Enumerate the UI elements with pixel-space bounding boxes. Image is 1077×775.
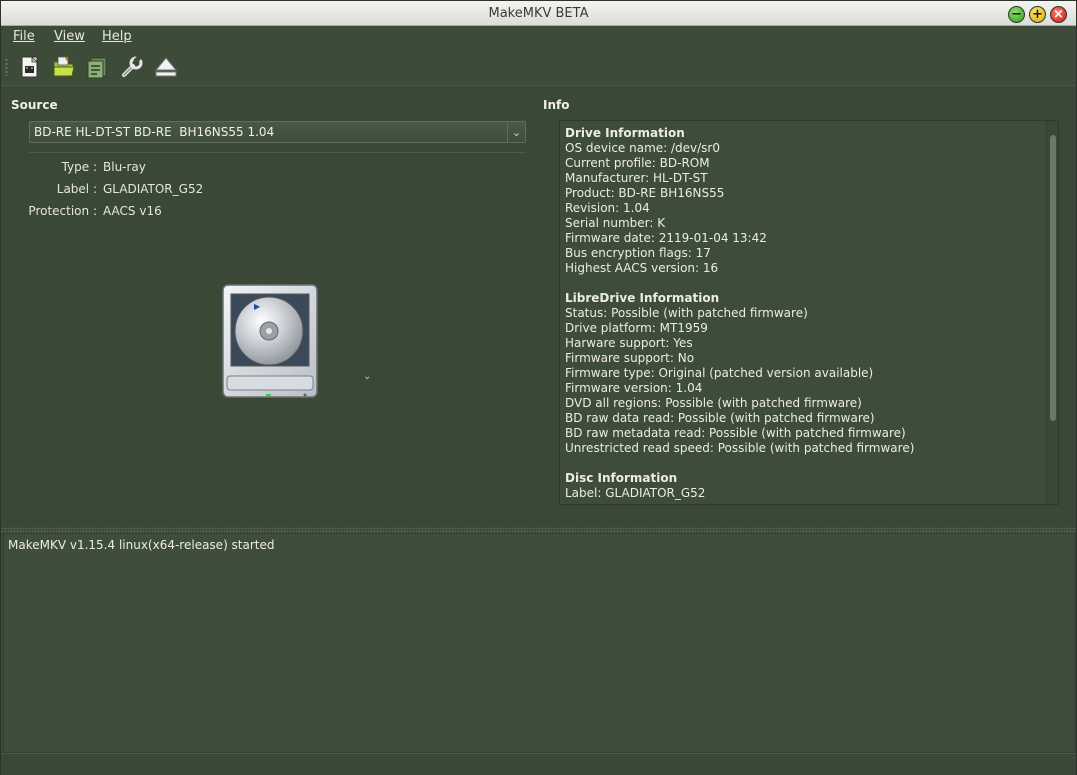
close-icon: × <box>1053 7 1064 22</box>
maximize-button[interactable]: + <box>1029 6 1046 23</box>
source-divider <box>29 152 526 153</box>
backup-button[interactable] <box>85 54 111 80</box>
info-heading: LibreDrive Information <box>565 291 720 305</box>
open-files-icon <box>21 56 38 78</box>
info-line: Serial number: K <box>565 216 666 230</box>
protection-label: Protection : <box>28 204 97 218</box>
info-line: Current profile: BD-ROM <box>565 156 710 170</box>
disc-label-value: GLADIATOR_G52 <box>103 182 204 196</box>
drive-select[interactable]: BD-RE HL-DT-ST BD-RE BH16NS55 1.04 ⌄ <box>29 121 526 143</box>
open-files-button[interactable] <box>17 54 43 80</box>
minimize-button[interactable]: − <box>1008 6 1025 23</box>
info-line: Revision: 1.04 <box>565 201 650 215</box>
menu-file[interactable]: File <box>13 29 35 44</box>
eject-button[interactable] <box>153 54 179 80</box>
info-line: Status: Possible (with patched firmware) <box>565 306 808 320</box>
info-line: Label: GLADIATOR_G52 <box>565 486 706 500</box>
info-section-label: Info <box>543 98 570 112</box>
menu-help[interactable]: Help <box>102 29 132 44</box>
drive-chevron-down-icon[interactable]: ⌄ <box>363 371 371 382</box>
info-gap <box>565 456 1045 471</box>
bluray-drive-button[interactable]: ▶ <box>221 284 319 400</box>
info-line: Harware support: Yes <box>565 336 693 350</box>
info-line: Manufacturer: HL-DT-ST <box>565 171 708 185</box>
open-folder-button[interactable] <box>51 54 77 80</box>
protection-value: AACS v16 <box>103 204 162 218</box>
disc-label-label: Label : <box>56 182 97 196</box>
info-line: Bus encryption flags: 17 <box>565 246 711 260</box>
type-label: Type : <box>61 160 97 174</box>
info-line: BD raw data read: Possible (with patched… <box>565 411 875 425</box>
preferences-wrench-icon <box>122 55 143 77</box>
info-line: BD raw metadata read: Possible (with pat… <box>565 426 906 440</box>
drive-select-value: BD-RE HL-DT-ST BD-RE BH16NS55 1.04 <box>34 125 275 139</box>
info-line: Firmware date: 2119-01-04 13:42 <box>565 231 767 245</box>
info-line: Firmware type: Original (patched version… <box>565 366 874 380</box>
log-panel[interactable]: MakeMKV v1.15.4 linux(x64-release) start… <box>3 533 1075 753</box>
info-line: Firmware version: 1.04 <box>565 381 703 395</box>
info-line: OS device name: /dev/sr0 <box>565 141 721 155</box>
bluray-drive-icon: ▶ <box>222 284 318 398</box>
info-scrollbar-thumb[interactable] <box>1050 135 1056 421</box>
info-panel[interactable]: Drive Information OS device name: /dev/sr… <box>559 120 1059 505</box>
info-heading: Disc Information <box>565 471 678 485</box>
log-line: MakeMKV v1.15.4 linux(x64-release) start… <box>8 538 275 552</box>
open-folder-icon <box>53 55 75 77</box>
preferences-button[interactable] <box>119 54 145 80</box>
toolbar <box>1 48 1076 86</box>
type-value: Blu-ray <box>103 160 146 174</box>
info-heading: Drive Information <box>565 126 685 140</box>
window-title: MakeMKV BETA <box>488 6 589 21</box>
backup-icon <box>87 57 107 79</box>
info-line: Product: BD-RE BH16NS55 <box>565 186 725 200</box>
info-line: Highest AACS version: 16 <box>565 261 719 275</box>
info-text: Drive Information OS device name: /dev/sr… <box>565 126 1045 501</box>
chevron-down-icon[interactable]: ⌄ <box>507 122 525 142</box>
status-bar <box>1 753 1076 775</box>
plus-icon: + <box>1032 7 1043 22</box>
close-button[interactable]: × <box>1050 6 1067 23</box>
info-line: Drive platform: MT1959 <box>565 321 708 335</box>
menu-view[interactable]: View <box>54 29 85 44</box>
title-bar[interactable]: MakeMKV BETA − + × <box>1 1 1076 26</box>
toolbar-grip[interactable] <box>5 58 8 76</box>
main-window: MakeMKV BETA − + × File View Help Source… <box>0 0 1077 775</box>
info-line: DVD all regions: Possible (with patched … <box>565 396 862 410</box>
minus-icon: − <box>1011 7 1022 22</box>
info-scrollbar[interactable] <box>1046 121 1058 504</box>
eject-icon <box>154 57 178 77</box>
source-section-label: Source <box>11 98 58 112</box>
info-gap <box>565 276 1045 291</box>
info-line: Firmware support: No <box>565 351 695 365</box>
menu-bar: File View Help <box>1 26 1076 48</box>
svg-text:▶: ▶ <box>254 302 261 311</box>
info-line: Unrestricted read speed: Possible (with … <box>565 441 915 455</box>
